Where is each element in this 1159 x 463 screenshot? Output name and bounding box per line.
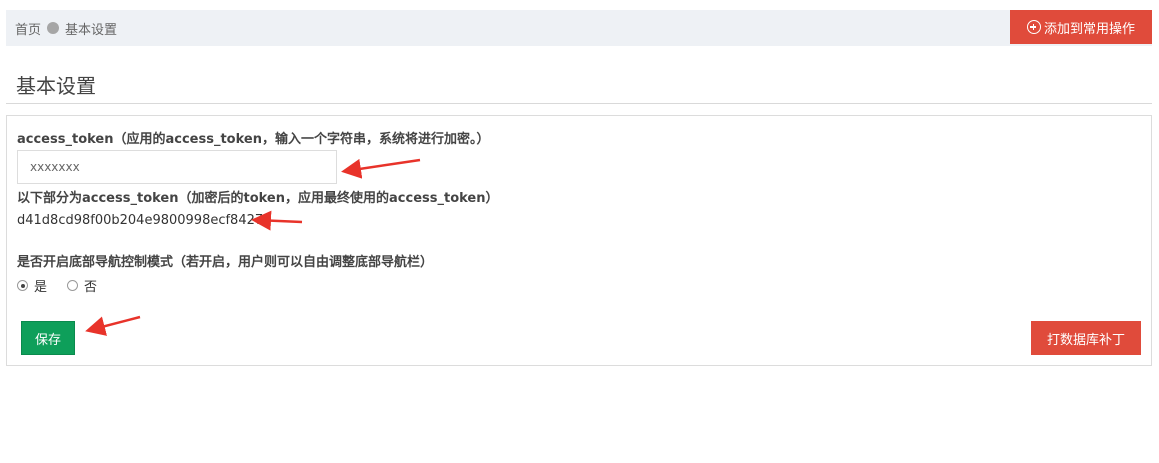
- add-to-favorites-label: 添加到常用操作: [1043, 21, 1135, 37]
- nav-mode-label: 是否开启底部导航控制模式（若开启，用户则可以自由调整底部导航栏）: [17, 255, 434, 270]
- database-patch-button[interactable]: 打数据库补丁: [1031, 321, 1141, 355]
- breadcrumb-separator-dot-icon: [47, 22, 60, 34]
- encrypted-token-label: 以下部分为access_token（加密后的token，应用最终使用的acces…: [17, 191, 499, 206]
- page-title: 基本设置: [16, 74, 96, 98]
- settings-panel: access_token（应用的access_token，输入一个字符串，系统将…: [6, 115, 1152, 366]
- radio-no-icon[interactable]: [67, 280, 79, 291]
- title-divider: [6, 103, 1152, 104]
- access-token-input[interactable]: [17, 150, 337, 184]
- add-to-favorites-button[interactable]: 添加到常用操作: [1010, 10, 1152, 44]
- breadcrumb-home[interactable]: 首页: [15, 19, 41, 38]
- radio-option-yes[interactable]: 是: [17, 276, 47, 295]
- save-button[interactable]: 保存: [21, 321, 75, 355]
- access-token-label: access_token（应用的access_token，输入一个字符串，系统将…: [17, 132, 490, 147]
- breadcrumb: 首页 基本设置: [15, 10, 117, 46]
- radio-no-label: 否: [84, 280, 98, 295]
- encrypted-token-value: d41d8cd98f00b204e9800998ecf8427e: [17, 213, 272, 228]
- nav-mode-radio-group: 是 否: [17, 276, 117, 295]
- radio-option-no[interactable]: 否: [67, 276, 97, 295]
- radio-yes-selected-icon[interactable]: [17, 280, 28, 291]
- breadcrumb-current: 基本设置: [65, 22, 118, 38]
- radio-yes-label: 是: [34, 280, 48, 295]
- top-bar: 首页 基本设置 添加到常用操作: [6, 10, 1152, 46]
- plus-circle-icon: [1026, 20, 1041, 34]
